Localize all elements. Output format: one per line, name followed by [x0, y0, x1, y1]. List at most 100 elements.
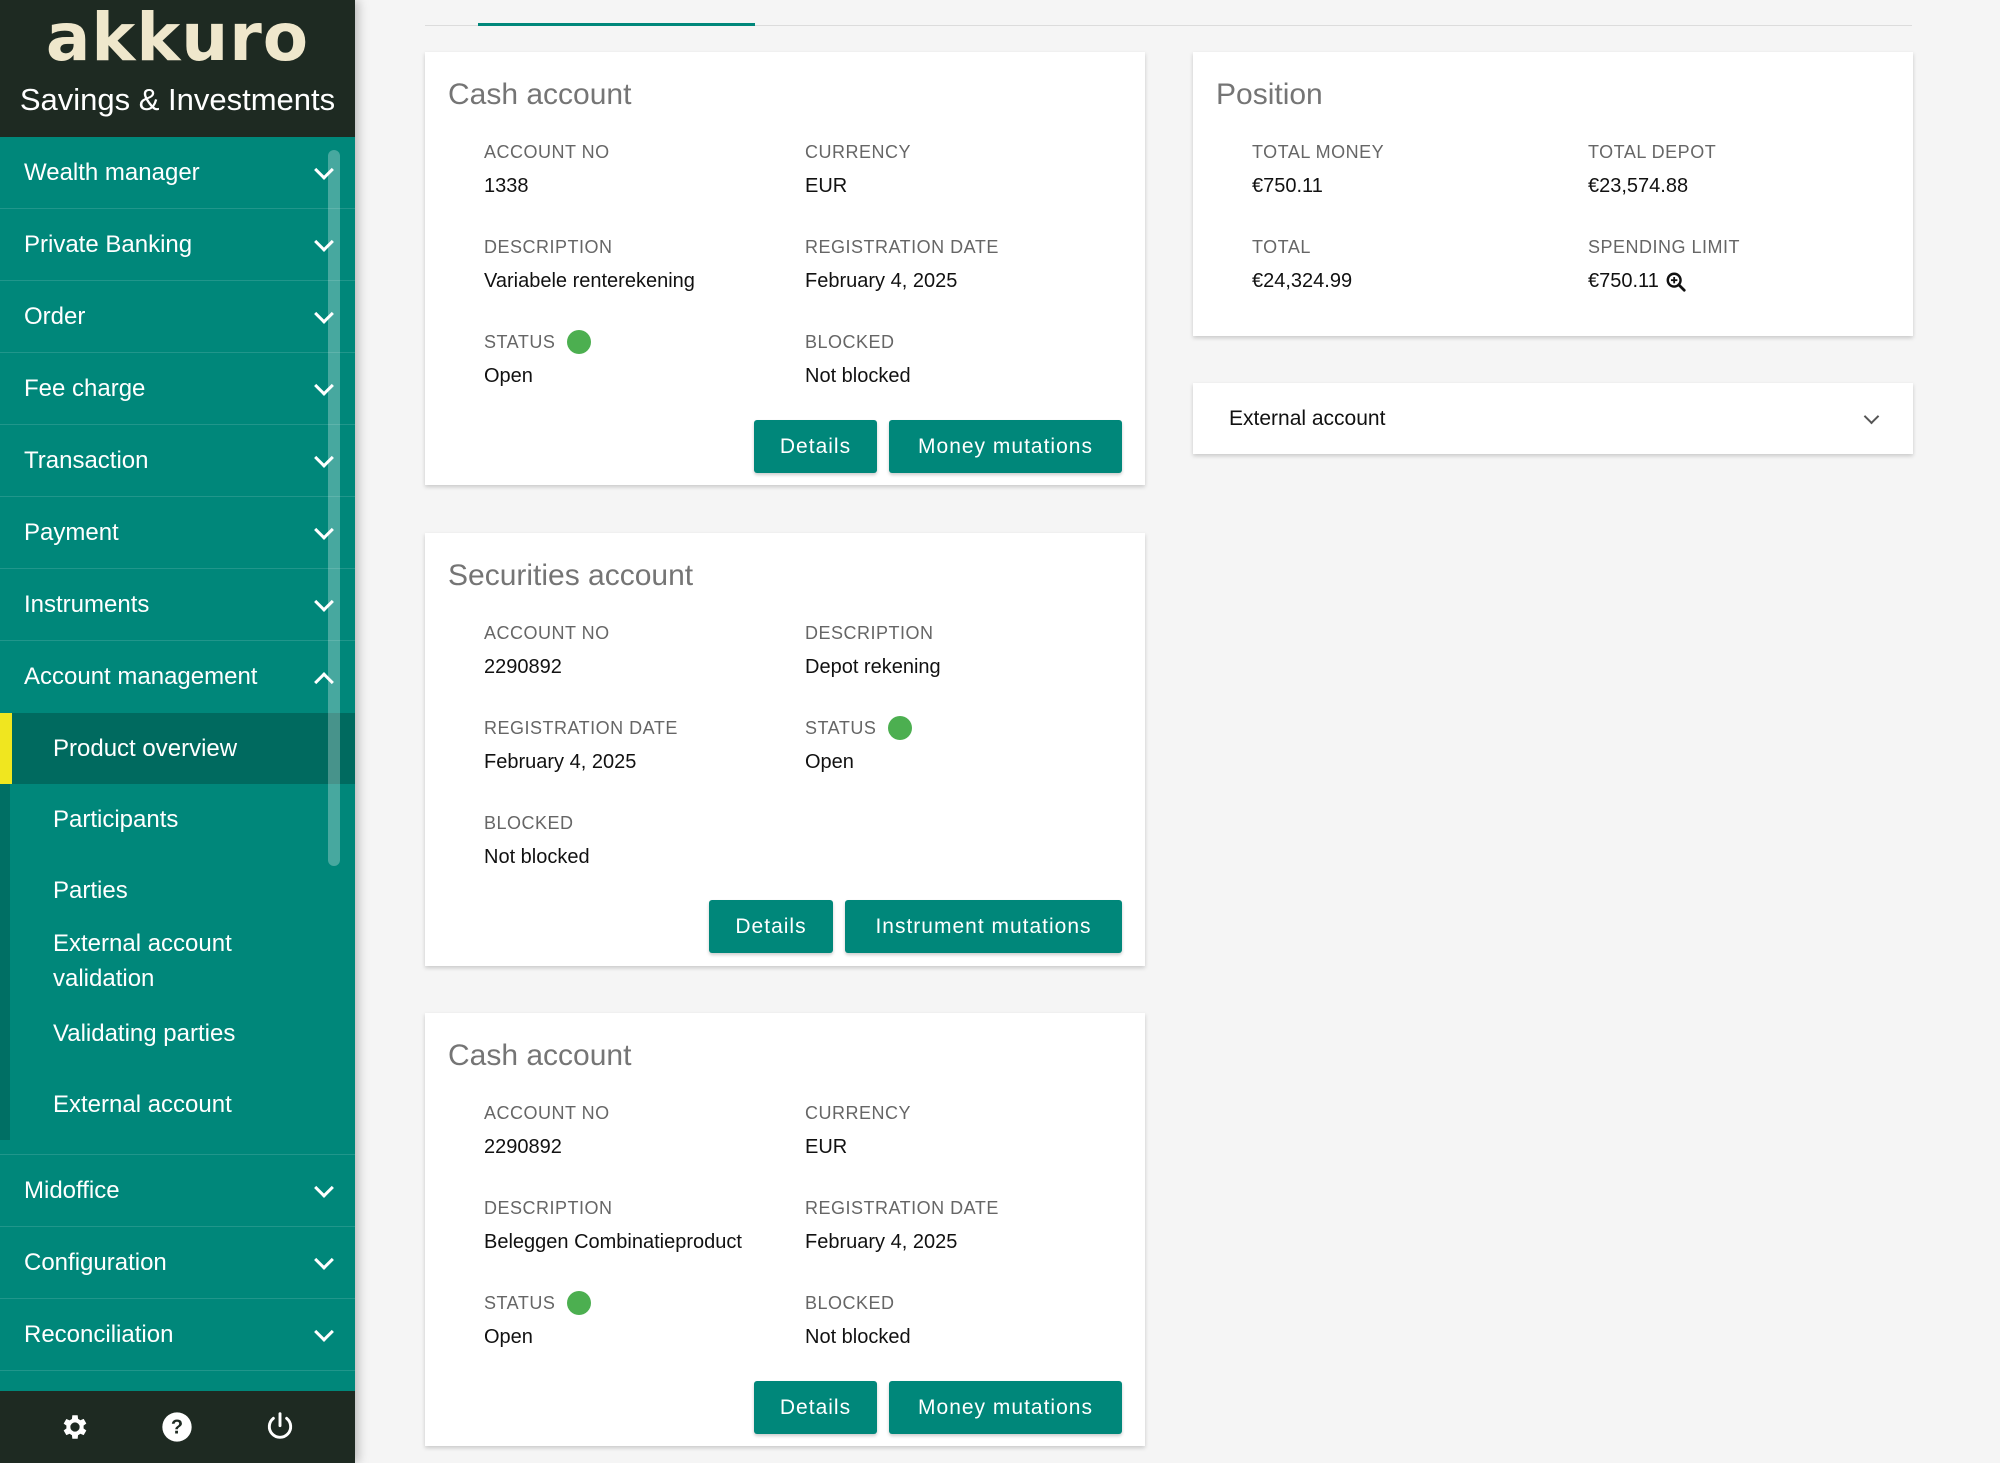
field-label: BLOCKED	[484, 812, 574, 833]
field-label: CURRENCY	[805, 1102, 912, 1123]
sidebar-item-label: Wealth manager	[24, 158, 200, 186]
sidebar-item-order[interactable]: Order	[0, 281, 355, 353]
card-title: Cash account	[448, 1039, 632, 1072]
spending-limit-field: SPENDING LIMIT €750.11	[1588, 235, 1740, 293]
sidebar-item-account-management[interactable]: Account management	[0, 641, 355, 713]
total-field: TOTAL €24,324.99	[1252, 235, 1352, 293]
details-button[interactable]: Details	[754, 420, 877, 473]
account-no-field: ACCOUNT NO 1338	[484, 140, 610, 198]
field-label: BLOCKED	[805, 331, 895, 352]
money-mutations-button[interactable]: Money mutations	[889, 1381, 1122, 1434]
sidebar-subitem-product-overview[interactable]: Product overview	[0, 713, 355, 784]
field-label: ACCOUNT NO	[484, 1102, 610, 1123]
field-label: ACCOUNT NO	[484, 622, 610, 643]
status-field: STATUS Open	[484, 1291, 592, 1349]
help-icon[interactable]: ?	[157, 1407, 197, 1447]
sidebar-item-reconciliation[interactable]: Reconciliation	[0, 1299, 355, 1371]
sidebar-item-label: External account	[53, 1090, 232, 1118]
expander-label: External account	[1229, 406, 1386, 430]
field-label: BLOCKED	[805, 1292, 895, 1313]
field-label: DESCRIPTION	[484, 236, 613, 257]
sidebar-item-label: Instruments	[24, 590, 150, 618]
status-field: STATUS Open	[805, 716, 913, 774]
card-title: Securities account	[448, 559, 694, 592]
status-open-indicator	[567, 330, 592, 354]
field-value: Open	[484, 365, 533, 387]
field-value: 1338	[484, 175, 529, 197]
description-field: DESCRIPTION Variabele renterekening	[484, 235, 695, 293]
status-open-indicator	[567, 1291, 592, 1315]
field-value: €750.11	[1252, 175, 1323, 197]
instrument-mutations-button[interactable]: Instrument mutations	[845, 900, 1122, 953]
sidebar-item-label: Fee charge	[24, 374, 146, 402]
field-label: REGISTRATION DATE	[484, 717, 678, 738]
sidebar: akkuro Savings & Investments Wealth mana…	[0, 0, 355, 1463]
registration-date-field: REGISTRATION DATE February 4, 2025	[484, 716, 678, 774]
field-label: TOTAL	[1252, 236, 1311, 257]
field-label: TOTAL MONEY	[1252, 141, 1385, 162]
sidebar-item-instruments[interactable]: Instruments	[0, 569, 355, 641]
money-mutations-button[interactable]: Money mutations	[889, 420, 1122, 473]
sidebar-subitem-parties[interactable]: Parties	[0, 855, 355, 926]
field-value: Open	[805, 751, 854, 773]
field-value: February 4, 2025	[484, 751, 637, 773]
sidebar-item-label: Participants	[53, 805, 179, 833]
chevron-down-icon	[314, 1321, 334, 1342]
sidebar-item-midoffice[interactable]: Midoffice	[0, 1155, 355, 1227]
sidebar-item-private-banking[interactable]: Private Banking	[0, 209, 355, 281]
sidebar-item-payment[interactable]: Payment	[0, 497, 355, 569]
external-account-expander[interactable]: External account	[1193, 383, 1913, 454]
sidebar-item-label: Private Banking	[24, 230, 193, 258]
sidebar-item-wealth-manager[interactable]: Wealth manager	[0, 137, 355, 209]
status-field: STATUS Open	[484, 330, 592, 388]
field-value: EUR	[805, 175, 848, 197]
position-card: Position TOTAL MONEY €750.11 TOTAL DEPOT…	[1193, 52, 1913, 336]
sidebar-item-label: Reconciliation	[24, 1320, 174, 1348]
field-value: 2290892	[484, 656, 562, 678]
zoom-in-icon[interactable]	[1665, 271, 1687, 293]
field-value: €24,324.99	[1252, 270, 1353, 292]
account-no-field: ACCOUNT NO 2290892	[484, 1101, 610, 1159]
field-value: €23,574.88	[1588, 175, 1689, 197]
sidebar-item-fee-charge[interactable]: Fee charge	[0, 353, 355, 425]
cash-account-card: Cash account ACCOUNT NO 1338 CURRENCY EU…	[425, 52, 1145, 485]
status-open-indicator	[888, 716, 913, 740]
field-label: SPENDING LIMIT	[1588, 236, 1741, 257]
chevron-down-icon	[1863, 408, 1880, 425]
sidebar-scrollbar[interactable]	[328, 150, 340, 866]
sidebar-subitem-external-account-validation[interactable]: External account validation	[0, 926, 355, 998]
sidebar-item-label: Configuration	[24, 1248, 167, 1276]
field-label: REGISTRATION DATE	[805, 1197, 999, 1218]
details-button[interactable]: Details	[754, 1381, 877, 1434]
field-value: 2290892	[484, 1136, 562, 1158]
field-value: February 4, 2025	[805, 270, 958, 292]
sidebar-item-label: Account management	[24, 663, 258, 690]
currency-field: CURRENCY EUR	[805, 140, 911, 198]
status-label-text: STATUS	[484, 331, 556, 352]
sidebar-item-label: Parties	[53, 876, 128, 904]
account-no-field: ACCOUNT NO 2290892	[484, 621, 610, 679]
description-field: DESCRIPTION Beleggen Combinatieproduct	[484, 1196, 742, 1254]
field-value: Not blocked	[805, 365, 911, 387]
field-label: REGISTRATION DATE	[805, 236, 999, 257]
field-value: Open	[484, 1326, 533, 1348]
sidebar-subitem-external-account[interactable]: External account	[0, 1069, 355, 1140]
main-content: Cash account ACCOUNT NO 1338 CURRENCY EU…	[355, 0, 2000, 1463]
blocked-field: BLOCKED Not blocked	[805, 1291, 911, 1349]
field-label: CURRENCY	[805, 141, 912, 162]
sidebar-subitem-participants[interactable]: Participants	[0, 784, 355, 855]
power-icon[interactable]	[260, 1407, 300, 1447]
card-title: Cash account	[448, 78, 632, 111]
field-label: ACCOUNT NO	[484, 141, 610, 162]
sidebar-item-transaction[interactable]: Transaction	[0, 425, 355, 497]
details-button[interactable]: Details	[709, 900, 833, 953]
registration-date-field: REGISTRATION DATE February 4, 2025	[805, 1196, 999, 1254]
spending-limit-value: €750.11	[1588, 270, 1659, 292]
sidebar-item-configuration[interactable]: Configuration	[0, 1227, 355, 1299]
gear-icon[interactable]	[55, 1407, 95, 1447]
cash-account-card: Cash account ACCOUNT NO 2290892 CURRENCY…	[425, 1013, 1145, 1446]
sidebar-subitem-validating-parties[interactable]: Validating parties	[0, 998, 355, 1069]
sidebar-item-label: Validating parties	[53, 1019, 236, 1047]
sidebar-item-label: Midoffice	[24, 1176, 120, 1204]
field-value: Depot rekening	[805, 656, 941, 678]
